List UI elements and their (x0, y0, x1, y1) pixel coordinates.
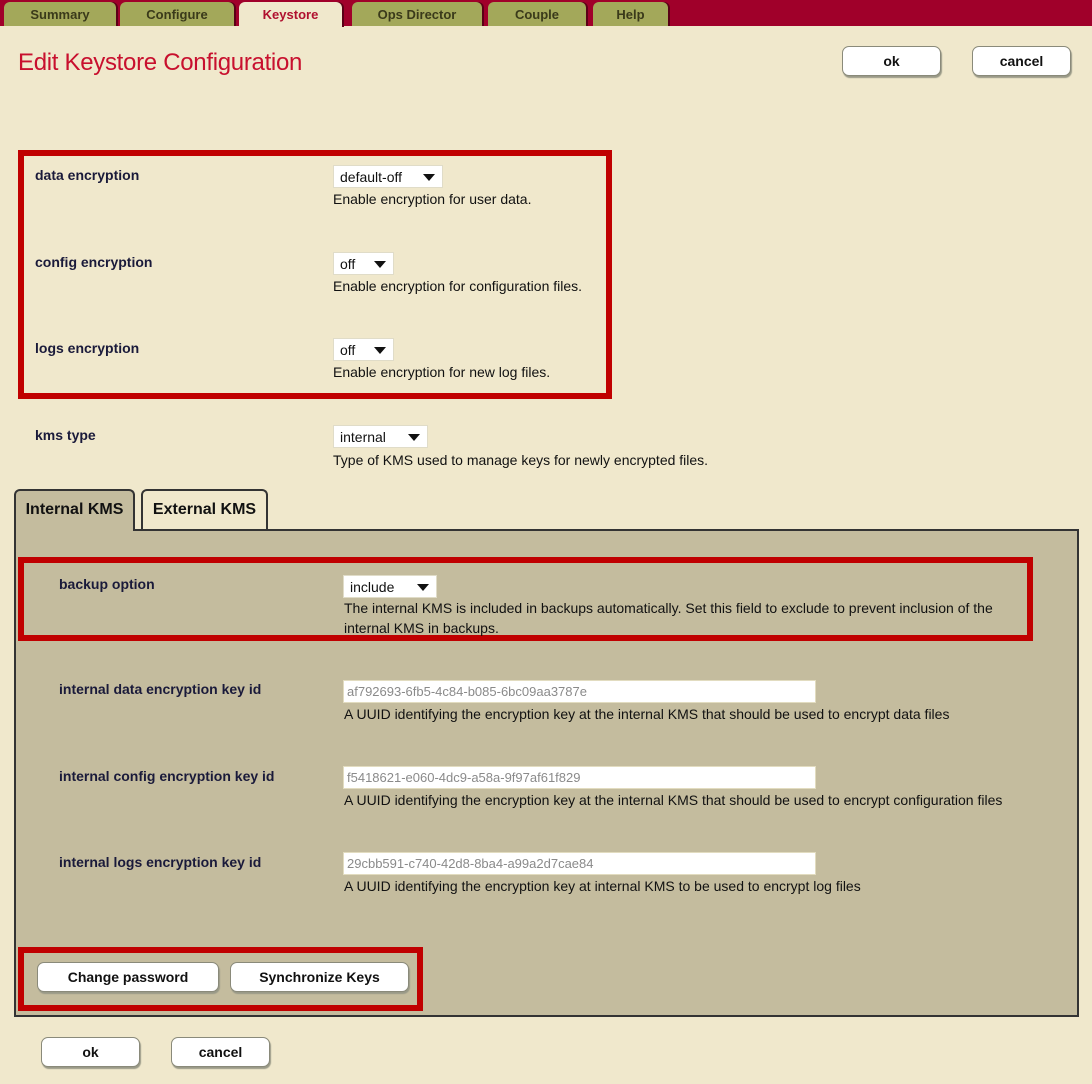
data-encryption-label: data encryption (35, 167, 140, 183)
config-encryption-value: off (340, 256, 356, 272)
config-encryption-label: config encryption (35, 254, 153, 270)
tab-help[interactable]: Help (593, 2, 668, 26)
logs-encryption-select[interactable]: off (333, 338, 394, 361)
chevron-down-icon (374, 347, 386, 354)
kms-type-value: internal (340, 429, 386, 445)
chevron-down-icon (417, 584, 429, 591)
top-nav-bar: Summary Configure Keystore Ops Director … (0, 0, 1092, 27)
internal-config-key-help: A UUID identifying the encryption key at… (344, 792, 1003, 808)
internal-logs-key-label: internal logs encryption key id (59, 854, 262, 870)
config-encryption-help: Enable encryption for configuration file… (333, 278, 583, 294)
cancel-button-top[interactable]: cancel (972, 46, 1071, 76)
page-title: Edit Keystore Configuration (18, 49, 303, 76)
internal-config-key-input[interactable] (343, 766, 816, 789)
kms-type-label: kms type (35, 427, 96, 443)
backup-option-select[interactable]: include (343, 575, 437, 598)
internal-data-key-input[interactable] (343, 680, 816, 703)
internal-logs-key-help: A UUID identifying the encryption key at… (344, 878, 861, 894)
tab-summary[interactable]: Summary (4, 2, 116, 26)
tab-couple[interactable]: Couple (488, 2, 586, 26)
chevron-down-icon (408, 434, 420, 441)
logs-encryption-value: off (340, 342, 356, 358)
cancel-button-bottom[interactable]: cancel (171, 1037, 270, 1067)
backup-option-value: include (350, 579, 395, 595)
data-encryption-select[interactable]: default-off (333, 165, 443, 188)
kms-type-select[interactable]: internal (333, 425, 428, 448)
internal-config-key-label: internal config encryption key id (59, 768, 275, 784)
logs-encryption-label: logs encryption (35, 340, 140, 356)
logs-encryption-help: Enable encryption for new log files. (333, 364, 551, 380)
config-encryption-select[interactable]: off (333, 252, 394, 275)
tab-configure[interactable]: Configure (120, 2, 234, 26)
tab-ops-director[interactable]: Ops Director (352, 2, 482, 26)
chevron-down-icon (374, 261, 386, 268)
backup-option-help-line1: The internal KMS is included in backups … (344, 600, 993, 616)
internal-logs-key-input[interactable] (343, 852, 816, 875)
internal-data-key-help: A UUID identifying the encryption key at… (344, 706, 950, 722)
data-encryption-help: Enable encryption for user data. (333, 191, 532, 207)
encryption-settings-highlight (18, 150, 612, 399)
synchronize-keys-button[interactable]: Synchronize Keys (230, 962, 409, 992)
tab-keystore[interactable]: Keystore (239, 2, 342, 27)
internal-data-key-label: internal data encryption key id (59, 681, 262, 697)
backup-option-highlight (18, 557, 1033, 641)
backup-option-help-line2: internal KMS in backups. (344, 620, 499, 636)
backup-option-label: backup option (59, 576, 155, 592)
ok-button-top[interactable]: ok (842, 46, 941, 76)
data-encryption-value: default-off (340, 169, 403, 185)
change-password-button[interactable]: Change password (37, 962, 219, 992)
ok-button-bottom[interactable]: ok (41, 1037, 140, 1067)
tab-external-kms[interactable]: External KMS (141, 489, 268, 529)
tab-internal-kms[interactable]: Internal KMS (14, 489, 135, 531)
chevron-down-icon (423, 174, 435, 181)
kms-type-help: Type of KMS used to manage keys for newl… (333, 452, 709, 468)
